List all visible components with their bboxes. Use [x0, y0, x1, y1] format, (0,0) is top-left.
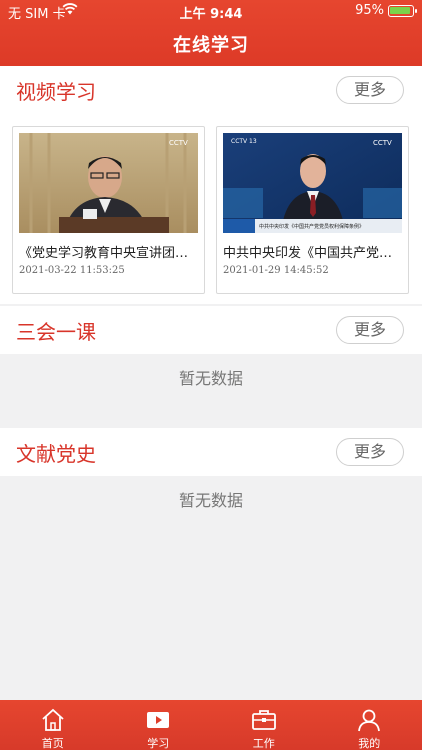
video-title: 《党史学习教育中央宣讲团首...	[19, 246, 199, 261]
empty-state: 暂无数据	[0, 354, 422, 426]
section-header: 视频学习 更多	[0, 66, 422, 114]
svg-text:CCTV 13: CCTV 13	[231, 138, 257, 145]
tab-home[interactable]: 首页	[0, 700, 106, 750]
video-timestamp: 2021-01-29 14:45:52	[223, 265, 329, 276]
top-bar: 无 SIM 卡 上午 9:44 95% 在线学习	[0, 0, 422, 66]
more-button[interactable]: 更多	[336, 316, 404, 344]
video-play-icon	[145, 707, 171, 733]
video-timestamp: 2021-03-22 11:53:25	[19, 265, 125, 276]
video-card[interactable]: CCTV 《党史学习教育中央宣讲团首... 2021-03-22 11:53:2…	[12, 126, 205, 294]
briefcase-icon	[251, 707, 277, 733]
section-video-learning: 视频学习 更多 CCTV 《党史学习教育中央宣讲团首... 2021-03-22…	[0, 66, 422, 304]
more-button[interactable]: 更多	[336, 438, 404, 466]
tab-study[interactable]: 学习	[106, 700, 212, 750]
section-party-history: 文献党史 更多	[0, 428, 422, 476]
section-title: 三会一课	[16, 320, 96, 344]
tab-mine[interactable]: 我的	[317, 700, 422, 750]
video-thumbnail: 中共中央印发《中国共产党党员权利保障条例》 CCTV 13 CCTV	[223, 133, 402, 233]
user-icon	[356, 707, 382, 733]
video-thumbnail: CCTV	[19, 133, 198, 233]
battery-icon	[388, 5, 417, 17]
page-title: 在线学习	[173, 35, 249, 56]
section-title: 文献党史	[16, 442, 96, 466]
tab-label: 工作	[252, 737, 275, 750]
tab-label: 我的	[358, 737, 381, 750]
svg-text:中共中央印发《中国共产党党员权利保障条例》: 中共中央印发《中国共产党党员权利保障条例》	[259, 223, 364, 230]
section-three-meetings: 三会一课 更多	[0, 306, 422, 354]
section-header: 文献党史 更多	[0, 428, 422, 476]
section-header: 三会一课 更多	[0, 306, 422, 354]
battery-percent: 95%	[355, 3, 384, 18]
tab-bar: 首页 学习 工作 我的	[0, 700, 422, 750]
tab-label: 学习	[147, 737, 170, 750]
tab-work[interactable]: 工作	[211, 700, 317, 750]
tab-label: 首页	[41, 737, 64, 750]
svg-text:CCTV: CCTV	[373, 139, 392, 147]
status-bar: 无 SIM 卡 上午 9:44 95%	[0, 0, 422, 22]
section-title: 视频学习	[16, 80, 96, 104]
empty-state: 暂无数据	[0, 476, 422, 548]
home-icon	[40, 707, 66, 733]
video-title: 中共中央印发《中国共产党党...	[223, 246, 403, 261]
svg-text:CCTV: CCTV	[169, 139, 188, 147]
video-card[interactable]: 中共中央印发《中国共产党党员权利保障条例》 CCTV 13 CCTV 中共中央印…	[216, 126, 409, 294]
more-button[interactable]: 更多	[336, 76, 404, 104]
